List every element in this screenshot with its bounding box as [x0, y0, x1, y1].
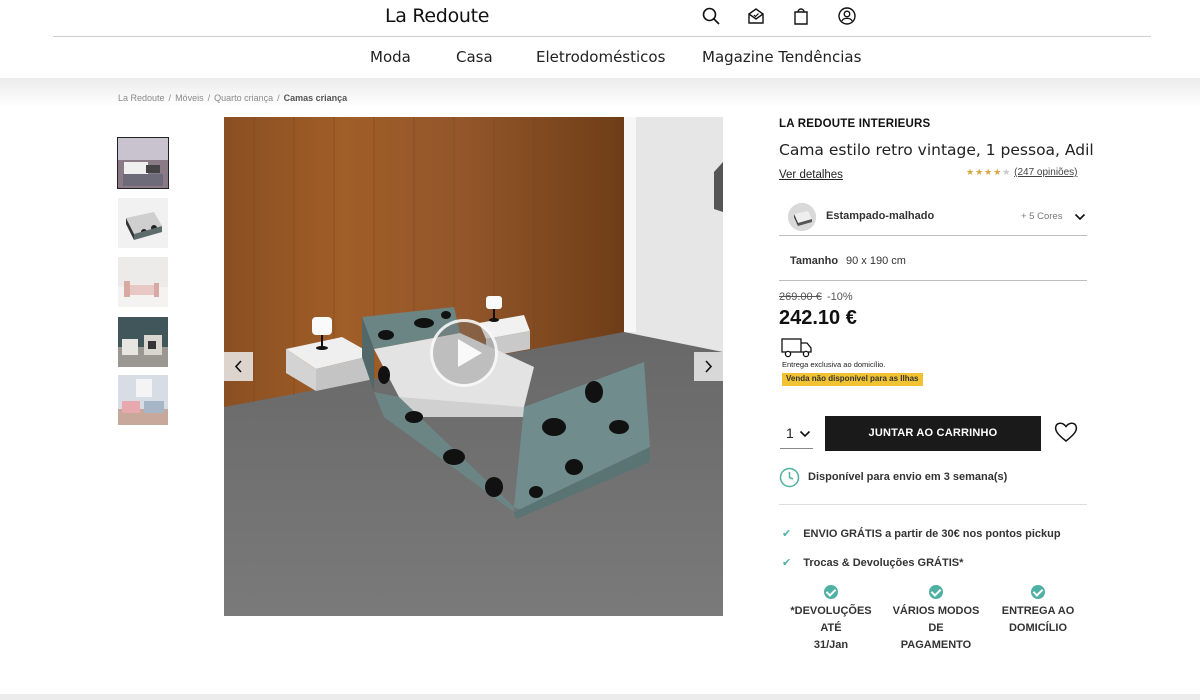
- account-icon[interactable]: [837, 6, 857, 26]
- size-label: Tamanho: [790, 255, 839, 267]
- thumbnail-2[interactable]: [118, 198, 168, 248]
- product-title: Cama estilo retro vintage, 1 pessoa, Adi…: [779, 141, 1094, 159]
- nav-item-eletrodomesticos[interactable]: Eletrodomésticos: [536, 48, 665, 66]
- search-icon[interactable]: [701, 6, 721, 26]
- chevron-down-icon: [799, 430, 811, 438]
- rating-count[interactable]: (247 opiniões): [1014, 167, 1077, 178]
- check-circle-icon: [824, 585, 838, 599]
- feature-payment-line2: PAGAMENTO: [900, 639, 972, 651]
- breadcrumb-item-quarto[interactable]: Quarto criança: [214, 93, 273, 103]
- feature-returns-line1: *DEVOLUÇÕES ATÉ: [790, 605, 872, 634]
- bag-icon[interactable]: [791, 6, 811, 26]
- old-price: 269.00 €: [779, 291, 822, 303]
- perk-free-returns: ✔ Trocas & Devoluções GRÁTIS*: [782, 556, 963, 569]
- add-to-cart-button[interactable]: JUNTAR AO CARRINHO: [825, 416, 1041, 451]
- site-header: La Redoute Moda Casa Eletrodomésticos Ma…: [0, 0, 1200, 78]
- size-row: Tamanho 90 x 190 cm: [779, 243, 1087, 281]
- perk-free-returns-text: Trocas & Devoluções GRÁTIS*: [803, 557, 964, 569]
- clock-icon: [779, 467, 800, 488]
- footer-divider: [0, 694, 1200, 700]
- color-name: Estampado-malhado: [826, 210, 935, 222]
- nav-item-magazine[interactable]: Magazine Tendências: [702, 48, 861, 66]
- chevron-left-icon: [234, 360, 242, 373]
- chevron-down-icon: [1074, 213, 1086, 221]
- check-icon: ✔: [782, 557, 792, 569]
- availability-text: Disponível para envio em 3 semana(s): [808, 471, 1008, 483]
- heart-icon[interactable]: [1053, 419, 1079, 445]
- quantity-value: 1: [786, 425, 794, 441]
- color-swatch: [788, 203, 816, 231]
- nav-item-moda[interactable]: Moda: [370, 48, 411, 66]
- check-circle-icon: [1031, 585, 1045, 599]
- product-brand[interactable]: LA REDOUTE INTERIEURS: [779, 118, 930, 130]
- thumbnail-4[interactable]: [118, 317, 168, 367]
- feature-payment: VÁRIOS MODOS DE PAGAMENTO: [884, 585, 988, 654]
- size-value: 90 x 190 cm: [846, 255, 906, 267]
- more-colors-label: + 5 Cores: [1021, 211, 1063, 222]
- play-video-button[interactable]: [430, 319, 498, 387]
- product-rating[interactable]: ★★★★★ (247 opiniões): [966, 167, 1078, 178]
- product-main-image[interactable]: [224, 117, 723, 616]
- quantity-select[interactable]: 1: [780, 416, 813, 449]
- discount-badge: -10%: [827, 291, 853, 303]
- feature-home-delivery: ENTREGA AO DOMICÍLIO: [986, 585, 1090, 637]
- main-nav: Moda Casa Eletrodomésticos Magazine Tend…: [0, 48, 1200, 70]
- thumbnail-5[interactable]: [118, 375, 168, 425]
- feature-home-delivery-line1: ENTREGA AO: [1001, 605, 1075, 617]
- perk-free-shipping: ✔ ENVIO GRÁTIS a partir de 30€ nos pontos…: [782, 527, 1061, 540]
- feature-home-delivery-line2: DOMICÍLIO: [1008, 622, 1068, 634]
- feature-returns-line2: 31/Jan: [813, 639, 849, 651]
- rating-stars-icon: ★★★★★: [966, 167, 1012, 177]
- color-selector[interactable]: Estampado-malhado + 5 Cores: [779, 198, 1087, 236]
- previous-image-button[interactable]: [224, 352, 253, 381]
- check-circle-icon: [929, 585, 943, 599]
- thumbnail-1[interactable]: [117, 137, 169, 189]
- mail-icon[interactable]: [746, 6, 766, 26]
- next-image-button[interactable]: [694, 352, 723, 381]
- chevron-right-icon: [705, 360, 713, 373]
- feature-returns: *DEVOLUÇÕES ATÉ 31/Jan: [779, 585, 883, 654]
- breadcrumb: La Redoute / Móveis / Quarto criança / Camas c…: [118, 93, 348, 103]
- perk-free-shipping-text: ENVIO GRÁTIS a partir de 30€ nos pontos …: [803, 528, 1061, 540]
- thumbnail-3[interactable]: [118, 257, 168, 307]
- truck-icon: [781, 338, 812, 358]
- nav-item-casa[interactable]: Casa: [456, 48, 493, 66]
- delivery-info: Entrega exclusiva ao domicílio.: [782, 360, 886, 369]
- site-logo[interactable]: La Redoute: [385, 5, 489, 27]
- feature-payment-line1: VÁRIOS MODOS DE: [892, 605, 980, 634]
- check-icon: ✔: [782, 528, 792, 540]
- breadcrumb-item-home[interactable]: La Redoute: [118, 93, 165, 103]
- header-divider: [53, 36, 1151, 37]
- breadcrumb-item-moveis[interactable]: Móveis: [175, 93, 204, 103]
- see-details-link[interactable]: Ver detalhes: [779, 169, 843, 181]
- current-price: 242.10 €: [779, 307, 857, 329]
- islands-unavailable-badge: Venda não disponível para as Ilhas: [782, 373, 923, 386]
- breadcrumb-item-current: Camas criança: [283, 93, 348, 103]
- section-divider: [779, 504, 1087, 505]
